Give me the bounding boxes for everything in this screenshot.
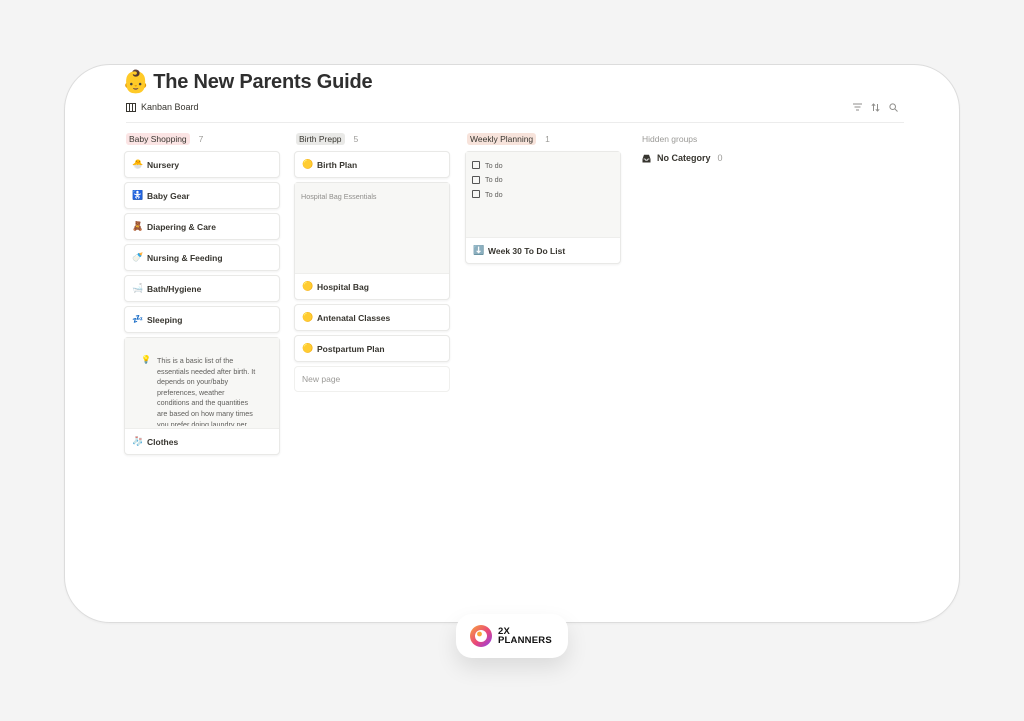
card-title: Diapering & Care (147, 221, 216, 232)
yellow-circle-icon: 🟡 (302, 343, 314, 353)
new-page-button[interactable]: New page (294, 366, 450, 392)
group-tag[interactable]: Baby Shopping (126, 133, 190, 145)
group-tag[interactable]: Birth Prepp (296, 133, 345, 145)
column-header: Baby Shopping 7 (124, 132, 280, 146)
card-sleeping[interactable]: 💤 Sleeping (124, 306, 280, 333)
down-arrow-icon: ⬇️ (473, 245, 485, 255)
view-bar: Kanban Board (126, 102, 904, 123)
column-header: Birth Prepp 5 (294, 132, 450, 146)
bathtub-icon: 🛁 (132, 283, 144, 293)
card-title: Hospital Bag (317, 281, 369, 292)
view-tab-kanban[interactable]: Kanban Board (126, 102, 199, 112)
hidden-groups: Hidden groups No Category 0 (642, 134, 762, 163)
card-clothes[interactable]: 💡 This is a basic list of the essentials… (124, 337, 280, 455)
card-title: Baby Gear (147, 190, 190, 201)
baby-symbol-icon: 🚼 (132, 190, 144, 200)
card-baby-gear[interactable]: 🚼 Baby Gear (124, 182, 280, 209)
todo-item[interactable]: To do (472, 187, 620, 202)
brand-badge: 2X PLANNERS (456, 614, 568, 658)
search-icon[interactable] (889, 103, 898, 112)
todo-item[interactable]: To do (472, 158, 620, 173)
card-title: Clothes (147, 436, 179, 447)
card-title: Postpartum Plan (317, 343, 385, 354)
column-birth-prepp: Birth Prepp 5 🟡 Birth Plan Hospital Bag E… (294, 132, 450, 392)
page-title-text: The New Parents Guide (153, 70, 373, 93)
column-baby-shopping: Baby Shopping 7 🐣 Nursery 🚼 Baby Gear 🧸 Dia… (124, 132, 280, 459)
card-title: Nursery (147, 159, 180, 170)
card-antenatal-classes[interactable]: 🟡 Antenatal Classes (294, 304, 450, 331)
card-week-30[interactable]: To do To do To do ⬇️ Week 30 To Do List (465, 151, 621, 264)
callout-text: This is a basic list of the essentials n… (157, 356, 256, 426)
card-title: Week 30 To Do List (488, 245, 566, 256)
brand-logo-icon (470, 625, 492, 647)
card-title: Antenatal Classes (317, 312, 391, 323)
page-title: 👶 The New Parents Guide (122, 66, 373, 98)
lightbulb-icon: 💡 (141, 355, 151, 364)
yellow-circle-icon: 🟡 (302, 281, 314, 291)
todo-item[interactable]: To do (472, 173, 620, 188)
group-tag[interactable]: Weekly Planning (467, 133, 537, 145)
todo-text: To do (485, 175, 503, 185)
card-nursery[interactable]: 🐣 Nursery (124, 151, 280, 178)
checkbox-icon[interactable] (472, 175, 480, 184)
todo-text: To do (485, 160, 503, 170)
group-count: 7 (198, 134, 204, 144)
todo-text: To do (485, 189, 503, 199)
card-title: Birth Plan (317, 159, 358, 170)
column-header: Weekly Planning 1 (465, 132, 621, 146)
hidden-groups-heading: Hidden groups (642, 134, 698, 144)
card-nursing-feeding[interactable]: 🍼 Nursing & Feeding (124, 244, 280, 271)
card-cover-preview: Hospital Bag Essentials (295, 183, 449, 274)
baby-bottle-icon: 🍼 (132, 252, 144, 262)
card-birth-plan[interactable]: 🟡 Birth Plan (294, 151, 450, 178)
chick-icon: 🐣 (132, 159, 144, 169)
socks-icon: 🧦 (132, 436, 144, 446)
card-postpartum-plan[interactable]: 🟡 Postpartum Plan (294, 335, 450, 362)
card-title: Nursing & Feeding (147, 252, 223, 263)
inbox-icon (642, 154, 651, 162)
view-tab-label: Kanban Board (141, 102, 199, 112)
card-diapering-care[interactable]: 🧸 Diapering & Care (124, 213, 280, 240)
yellow-circle-icon: 🟡 (302, 312, 314, 322)
card-bath-hygiene[interactable]: 🛁 Bath/Hygiene (124, 275, 280, 302)
baby-emoji-icon: 👶 (122, 69, 150, 94)
column-weekly-planning: Weekly Planning 1 To do To do To do ⬇️ We… (465, 132, 621, 268)
filter-icon[interactable] (853, 103, 862, 112)
hidden-group-no-category[interactable]: No Category 0 (642, 153, 762, 163)
brand-line-2: PLANNERS (498, 635, 552, 646)
group-count: 1 (545, 134, 550, 144)
board-icon (126, 102, 136, 112)
card-cover-callout: 💡 This is a basic list of the essentials… (125, 338, 279, 429)
group-count: 0 (717, 153, 723, 163)
card-title: Sleeping (147, 314, 183, 325)
teddy-bear-icon: 🧸 (132, 221, 144, 231)
view-tools (853, 103, 898, 112)
zzz-icon: 💤 (132, 314, 144, 324)
card-hospital-bag[interactable]: Hospital Bag Essentials 🟡 Hospital Bag (294, 182, 450, 300)
cover-caption: Hospital Bag Essentials (301, 192, 377, 201)
sort-icon[interactable] (871, 103, 880, 112)
card-cover-todos: To do To do To do (466, 152, 620, 238)
yellow-circle-icon: 🟡 (302, 159, 314, 169)
checkbox-icon[interactable] (472, 161, 480, 170)
checkbox-icon[interactable] (472, 190, 480, 199)
group-count: 5 (353, 134, 359, 144)
card-title: Bath/Hygiene (147, 283, 202, 294)
group-label: No Category (657, 153, 711, 163)
brand-name: 2X PLANNERS (498, 627, 552, 646)
